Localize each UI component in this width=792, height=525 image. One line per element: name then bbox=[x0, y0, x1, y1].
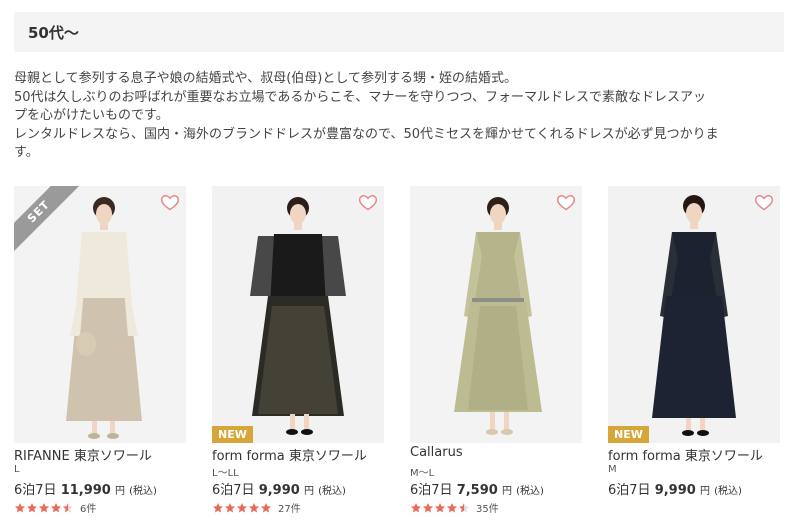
star-icon bbox=[237, 502, 247, 512]
product-image[interactable] bbox=[410, 186, 582, 443]
star-icon bbox=[459, 502, 469, 512]
rental-period: 6泊7日 bbox=[410, 483, 453, 498]
heart-outline-icon[interactable] bbox=[556, 192, 576, 212]
tax-label: (税込) bbox=[129, 486, 157, 497]
heart-outline-icon[interactable] bbox=[160, 192, 180, 212]
description-line: 母親として参列する息子や娘の結婚式や、叔母(伯母)として参列する甥・姪の結婚式。 bbox=[14, 71, 517, 86]
tax-label: (税込) bbox=[516, 486, 544, 497]
product-size: M〜L bbox=[410, 468, 435, 479]
product-size: L〜LL bbox=[212, 468, 239, 479]
rating: 6件 bbox=[14, 500, 96, 515]
rating: 35件 bbox=[410, 500, 499, 515]
star-icon bbox=[51, 502, 61, 512]
product-size: M bbox=[608, 464, 617, 475]
review-count[interactable]: 6件 bbox=[80, 500, 96, 515]
star-icon bbox=[447, 502, 457, 512]
product-brand[interactable]: form forma 東京ソワール bbox=[608, 445, 763, 464]
product-brand[interactable]: Callarus bbox=[410, 445, 463, 460]
price-amount: 7,590 bbox=[456, 483, 498, 498]
star-rating bbox=[212, 502, 272, 514]
product-size: L bbox=[14, 464, 20, 475]
product-grid: SET RIFANNE 東京ソワール L 6泊7日 11,990 円 (税込) … bbox=[0, 186, 792, 525]
product-brand[interactable]: form forma 東京ソワール bbox=[212, 445, 367, 464]
price-amount: 9,990 bbox=[654, 483, 696, 498]
tax-label: (税込) bbox=[318, 486, 346, 497]
section-header: 50代〜 bbox=[14, 12, 784, 52]
rating: 27件 bbox=[212, 500, 301, 515]
product-image[interactable]: NEW bbox=[212, 186, 384, 443]
star-icon bbox=[27, 502, 37, 512]
rental-period: 6泊7日 bbox=[212, 483, 255, 498]
product-image[interactable]: NEW bbox=[608, 186, 780, 443]
star-icon bbox=[225, 502, 235, 512]
star-icon bbox=[213, 502, 223, 512]
star-icon bbox=[423, 502, 433, 512]
product-card[interactable]: NEW form forma 東京ソワール L〜LL 6泊7日 9,990 円 … bbox=[212, 186, 384, 525]
currency-label: 円 bbox=[501, 486, 512, 497]
dress-photo-placeholder bbox=[410, 186, 582, 443]
product-card[interactable]: NEW form forma 東京ソワール M 6泊7日 9,990 円 (税込… bbox=[608, 186, 780, 525]
product-card[interactable]: Callarus M〜L 6泊7日 7,590 円 (税込) 35件 bbox=[410, 186, 582, 525]
price-row: 6泊7日 7,590 円 (税込) bbox=[410, 479, 544, 498]
dress-photo-placeholder bbox=[212, 186, 384, 443]
description-line: レンタルドレスなら、国内・海外のブランドドレスが豊富なので、50代ミセスを輝かせ… bbox=[14, 126, 719, 142]
tax-label: (税込) bbox=[714, 486, 742, 497]
star-rating bbox=[14, 502, 74, 514]
currency-label: 円 bbox=[115, 486, 125, 497]
description-line: プを心がけたいものです。 bbox=[14, 108, 169, 123]
heart-outline-icon[interactable] bbox=[358, 192, 378, 212]
review-count[interactable]: 35件 bbox=[476, 500, 499, 515]
dress-photo-placeholder bbox=[608, 186, 780, 443]
description-line: 50代は久しぶりのお呼ばれが重要なお立場であるからこそ、マナーを守りつつ、フォー… bbox=[14, 89, 707, 105]
star-icon bbox=[39, 502, 49, 512]
currency-label: 円 bbox=[699, 486, 710, 497]
new-badge: NEW bbox=[608, 426, 649, 443]
price-row: 6泊7日 11,990 円 (税込) bbox=[14, 479, 157, 498]
description-line: す。 bbox=[14, 145, 39, 160]
rental-period: 6泊7日 bbox=[14, 483, 57, 498]
review-count[interactable]: 27件 bbox=[278, 500, 301, 515]
price-amount: 11,990 bbox=[60, 483, 111, 498]
price-amount: 9,990 bbox=[258, 483, 300, 498]
rental-period: 6泊7日 bbox=[608, 483, 651, 498]
product-card[interactable]: SET RIFANNE 東京ソワール L 6泊7日 11,990 円 (税込) … bbox=[14, 186, 186, 525]
price-row: 6泊7日 9,990 円 (税込) bbox=[212, 479, 346, 498]
star-icon bbox=[435, 502, 445, 512]
heart-outline-icon[interactable] bbox=[754, 192, 774, 212]
product-brand[interactable]: RIFANNE 東京ソワール bbox=[14, 445, 152, 464]
star-icon bbox=[249, 502, 259, 512]
star-icon bbox=[63, 502, 73, 512]
star-icon bbox=[411, 502, 421, 512]
star-icon bbox=[15, 502, 25, 512]
section-description: 母親として参列する息子や娘の結婚式や、叔母(伯母)として参列する甥・姪の結婚式。… bbox=[14, 70, 786, 163]
star-icon bbox=[261, 502, 271, 512]
star-rating bbox=[410, 502, 470, 514]
price-row: 6泊7日 9,990 円 (税込) bbox=[608, 479, 742, 498]
new-badge: NEW bbox=[212, 426, 253, 443]
section-title: 50代〜 bbox=[28, 23, 79, 42]
product-image[interactable]: SET bbox=[14, 186, 186, 443]
currency-label: 円 bbox=[303, 486, 314, 497]
